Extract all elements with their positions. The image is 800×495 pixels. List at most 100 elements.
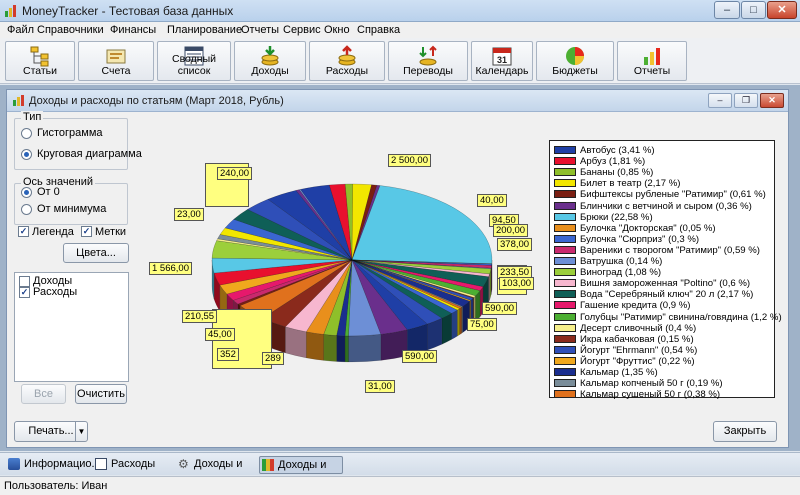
pie-slice-side [459,306,462,335]
pie-label: 240,00 [217,167,253,180]
axis-from-zero-label: От 0 [37,186,60,198]
pie-label: 200,00 [493,224,529,237]
pie-slice-side [336,335,346,363]
task-income-expenses-settings[interactable]: ⚙ Доходы и р... [176,456,256,486]
app-titlebar: MoneyTracker - Тестовая база данных – □ … [0,0,800,22]
select-all-button[interactable]: Все [21,384,66,404]
legend-label: Гашение кредита (0,9 %) [580,300,691,312]
axis-from-min-radio[interactable] [21,204,32,215]
toolbar-budgets-button[interactable]: Бюджеты [536,41,614,81]
legend-checkbox[interactable]: ✓ [18,226,29,237]
pie-slice-side [348,334,382,363]
menubar: Файл Справочники Финансы Планирование От… [0,22,800,38]
menu-directories[interactable]: Справочники [37,24,104,36]
clear-button[interactable]: Очистить [75,384,127,404]
menu-help[interactable]: Справка [357,24,400,36]
chart-legend: Автобус (3,41 %) Арбуз (1,81 %) Бананы (0,… [549,140,782,401]
income-checkbox[interactable] [19,276,30,287]
pie-label: 40,00 [477,194,507,207]
toolbar-accounts-button[interactable]: Счета [78,41,154,81]
bar-report-icon [644,48,660,65]
toolbar-label: Отчеты [633,65,671,77]
legend-label: Бананы (0,85 %) [580,167,654,179]
histogram-radio[interactable] [21,128,32,139]
report-restore-button[interactable]: ❐ [734,93,758,108]
coins-expense-icon [338,45,356,66]
report-close-button[interactable]: ✕ [760,93,784,108]
tree-structure-icon [30,46,49,67]
pie-label: 590,00 [482,302,518,315]
menu-file[interactable]: Файл [7,24,34,36]
menu-reports[interactable]: Отчеты [241,24,279,36]
legend-label: Брюки (22,58 %) [580,211,653,223]
legend-swatch [554,334,576,343]
print-button[interactable]: Печать... ▼ [14,421,88,442]
pie-label: 210,55 [182,310,218,323]
pie-label: 289 [262,352,284,365]
pie-chart-radio[interactable] [21,149,32,160]
app-title: MoneyTracker - Тестовая база данных [22,4,234,18]
category-listbox[interactable]: Доходы ✓ Расходы [14,272,129,382]
report-minimize-button[interactable]: – [708,93,732,108]
report-title: Доходы и расходы по статьям (Март 2018, … [29,95,284,107]
menu-finance[interactable]: Финансы [110,24,156,36]
menu-planning[interactable]: Планирование [167,24,242,36]
axis-from-zero-radio[interactable] [21,187,32,198]
toolbar-calendar-button[interactable]: 31 Календарь [471,41,533,81]
pie-chart-label: Круговая диаграмма [37,148,142,160]
pie-label: 1 566,00 [149,262,192,275]
legend-label: Ватрушка (0,14 %) [580,256,663,267]
pie-slice-side [457,308,460,337]
histogram-label: Гистограмма [37,127,103,139]
toolbar-label: Статьи [22,65,58,77]
close-report-button[interactable]: Закрыть [713,421,777,442]
legend-label: Вода "Серебряный ключ" 20 л (2,17 %) [580,289,754,301]
marks-checkbox[interactable]: ✓ [81,226,92,237]
maximize-button[interactable]: □ [741,1,766,19]
pie-slice-side [323,334,337,362]
minimize-button[interactable]: – [714,1,740,19]
menu-window[interactable]: Окно [324,24,350,36]
calendar-day: 31 [497,55,507,65]
expenses-checkbox[interactable]: ✓ [19,287,30,298]
legend-swatch [554,157,576,166]
legend-swatch [554,345,576,354]
chart-icon [13,95,24,106]
toolbar-transfers-button[interactable]: Переводы [388,41,468,81]
toolbar-reports-button[interactable]: Отчеты [617,41,687,81]
legend-label: Булочка "Докторская" (0,05 %) [580,222,716,234]
legend-swatch [554,323,576,332]
pie-slice-side [344,335,349,363]
legend-label: Билет в театр (2,17 %) [580,178,681,190]
close-window-button[interactable]: ✕ [767,1,797,19]
toolbar-label: Счета [101,65,131,77]
calendar-icon: 31 [492,47,512,66]
task-income-expenses-chart[interactable]: Доходы и р... [259,456,343,487]
toolbar-income-button[interactable]: Доходы [234,41,306,81]
pie-slice-side [441,313,452,345]
toolbar-expenses-button[interactable]: Расходы [309,41,385,81]
pie-label: 75,00 [467,318,497,331]
legend-swatch [554,212,576,221]
chart-icon [262,459,274,471]
task-expenses[interactable]: Расходы [93,456,171,474]
app-logo-icon [5,5,16,17]
expenses-label: Расходы [33,286,78,298]
legend-swatch [554,301,576,310]
colors-button[interactable]: Цвета... [63,243,129,263]
toolbar-summary-button[interactable]: Сводный список [157,41,231,81]
dropdown-arrow-icon: ▼ [75,422,87,441]
toolbar-articles-button[interactable]: Статьи [5,41,75,81]
legend-swatch [554,190,576,199]
legend-swatch [554,146,576,154]
legend-label: Кальмар сушеный 50 г (0,38 %) [580,389,721,401]
legend-swatch [554,290,576,299]
legend-checkbox-label: Легенда [32,226,74,238]
pie-label: 45,00 [205,328,235,341]
legend-label: Блинчики с ветчиной и сыром (0,36 %) [580,200,752,212]
axis-from-min-label: От минимума [37,203,107,215]
table-icon [95,458,107,470]
task-info[interactable]: Информацио... [6,456,101,474]
toolbar-label: Расходы [325,65,369,77]
menu-service[interactable]: Сервис [283,24,321,36]
